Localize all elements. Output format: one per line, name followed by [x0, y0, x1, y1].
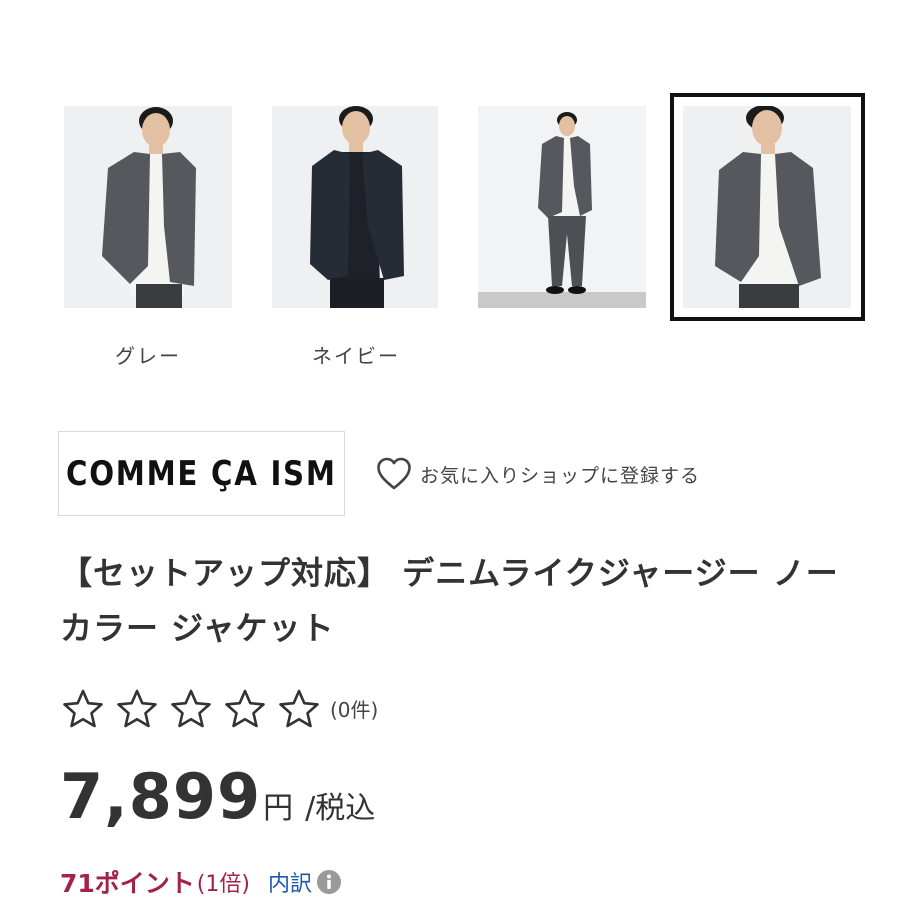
points-rate: (1倍) [196, 872, 250, 897]
points-value: 71ポイント [60, 869, 195, 898]
heart-outline-icon [377, 457, 411, 490]
price-tax-label: /税込 [305, 791, 376, 826]
product-title: 【セットアップ対応】 デニムライクジャージー ノーカラー ジャケット [60, 554, 839, 647]
favorite-shop-label: お気に入りショップに登録する [420, 464, 701, 487]
thumbnail-full-body[interactable] [478, 106, 646, 308]
model-gray-image [64, 106, 232, 308]
rating-row[interactable]: (0件) [62, 688, 378, 728]
color-label-navy[interactable]: ネイビー [272, 340, 440, 369]
model-full-body-image [478, 106, 646, 308]
brand-logo-box[interactable]: COMME ÇA ISM [58, 431, 345, 516]
info-circle-icon[interactable] [316, 869, 342, 895]
brand-logo: COMME ÇA ISM [66, 453, 337, 494]
color-thumbnail-strip: グレー ネイビー [0, 0, 900, 380]
star-empty-icon [63, 689, 103, 728]
points-row: 71ポイント (1倍) 内訳 [60, 864, 342, 900]
star-empty-icon [171, 689, 211, 728]
thumbnail-gray[interactable] [64, 106, 232, 308]
favorite-shop-button[interactable]: お気に入りショップに登録する [376, 456, 700, 492]
price-unit: 円 [263, 791, 294, 826]
price-row: 7,899 円 /税込 [60, 760, 375, 840]
color-label-gray[interactable]: グレー [64, 340, 232, 369]
star-empty-icon [117, 689, 157, 728]
star-empty-icon [225, 689, 265, 728]
model-navy-image [272, 106, 438, 308]
review-count[interactable]: (0件) [330, 694, 378, 723]
thumbnail-navy[interactable] [272, 106, 438, 308]
points-breakdown-link[interactable]: 内訳 [268, 866, 312, 898]
selected-thumbnail-border[interactable] [670, 93, 865, 321]
price-value: 7,899 [60, 760, 262, 833]
star-empty-icon [279, 689, 319, 728]
